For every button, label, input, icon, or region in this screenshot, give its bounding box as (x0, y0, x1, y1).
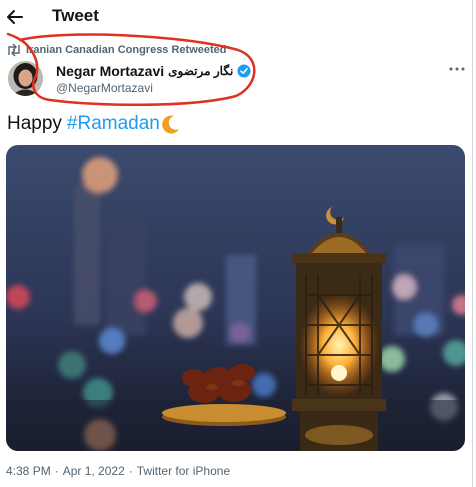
tweet-meta: 4:38 PM · Apr 1, 2022 · Twitter for iPho… (6, 464, 230, 478)
author-name-row[interactable]: Negar Mortazavi نگار مرتضوی (56, 63, 251, 79)
tweet-date[interactable]: Apr 1, 2022 (63, 464, 125, 478)
retweet-indicator: Iranian Canadian Congress Retweeted (6, 42, 227, 58)
meta-separator: · (54, 464, 59, 478)
lantern-and-dates-photo (6, 145, 465, 451)
tweet-text: Happy #Ramadan (7, 113, 181, 135)
avatar-photo (8, 61, 43, 96)
tweet-media-photo[interactable] (6, 145, 465, 451)
meta-separator: · (128, 464, 133, 478)
avatar[interactable] (8, 61, 43, 96)
tweet-text-prefix: Happy (7, 113, 62, 134)
display-name[interactable]: Negar Mortazavi (56, 63, 164, 79)
page-title: Tweet (52, 6, 99, 25)
tweet-time[interactable]: 4:38 PM (6, 464, 51, 478)
tweet-header: Tweet (0, 0, 476, 34)
hashtag-link[interactable]: #Ramadan (67, 113, 160, 135)
author-handle[interactable]: @NegarMortazavi (56, 81, 153, 95)
display-name-persian[interactable]: نگار مرتضوی (168, 64, 233, 78)
verified-badge-icon (237, 64, 251, 78)
more-horizontal-icon[interactable] (446, 62, 468, 76)
arrow-left-icon[interactable] (6, 6, 24, 28)
column-divider (472, 0, 473, 487)
retweet-icon (8, 43, 20, 57)
crescent-moon-icon (162, 115, 179, 134)
retweet-label[interactable]: Iranian Canadian Congress Retweeted (26, 44, 227, 56)
tweet-source[interactable]: Twitter for iPhone (137, 464, 230, 478)
